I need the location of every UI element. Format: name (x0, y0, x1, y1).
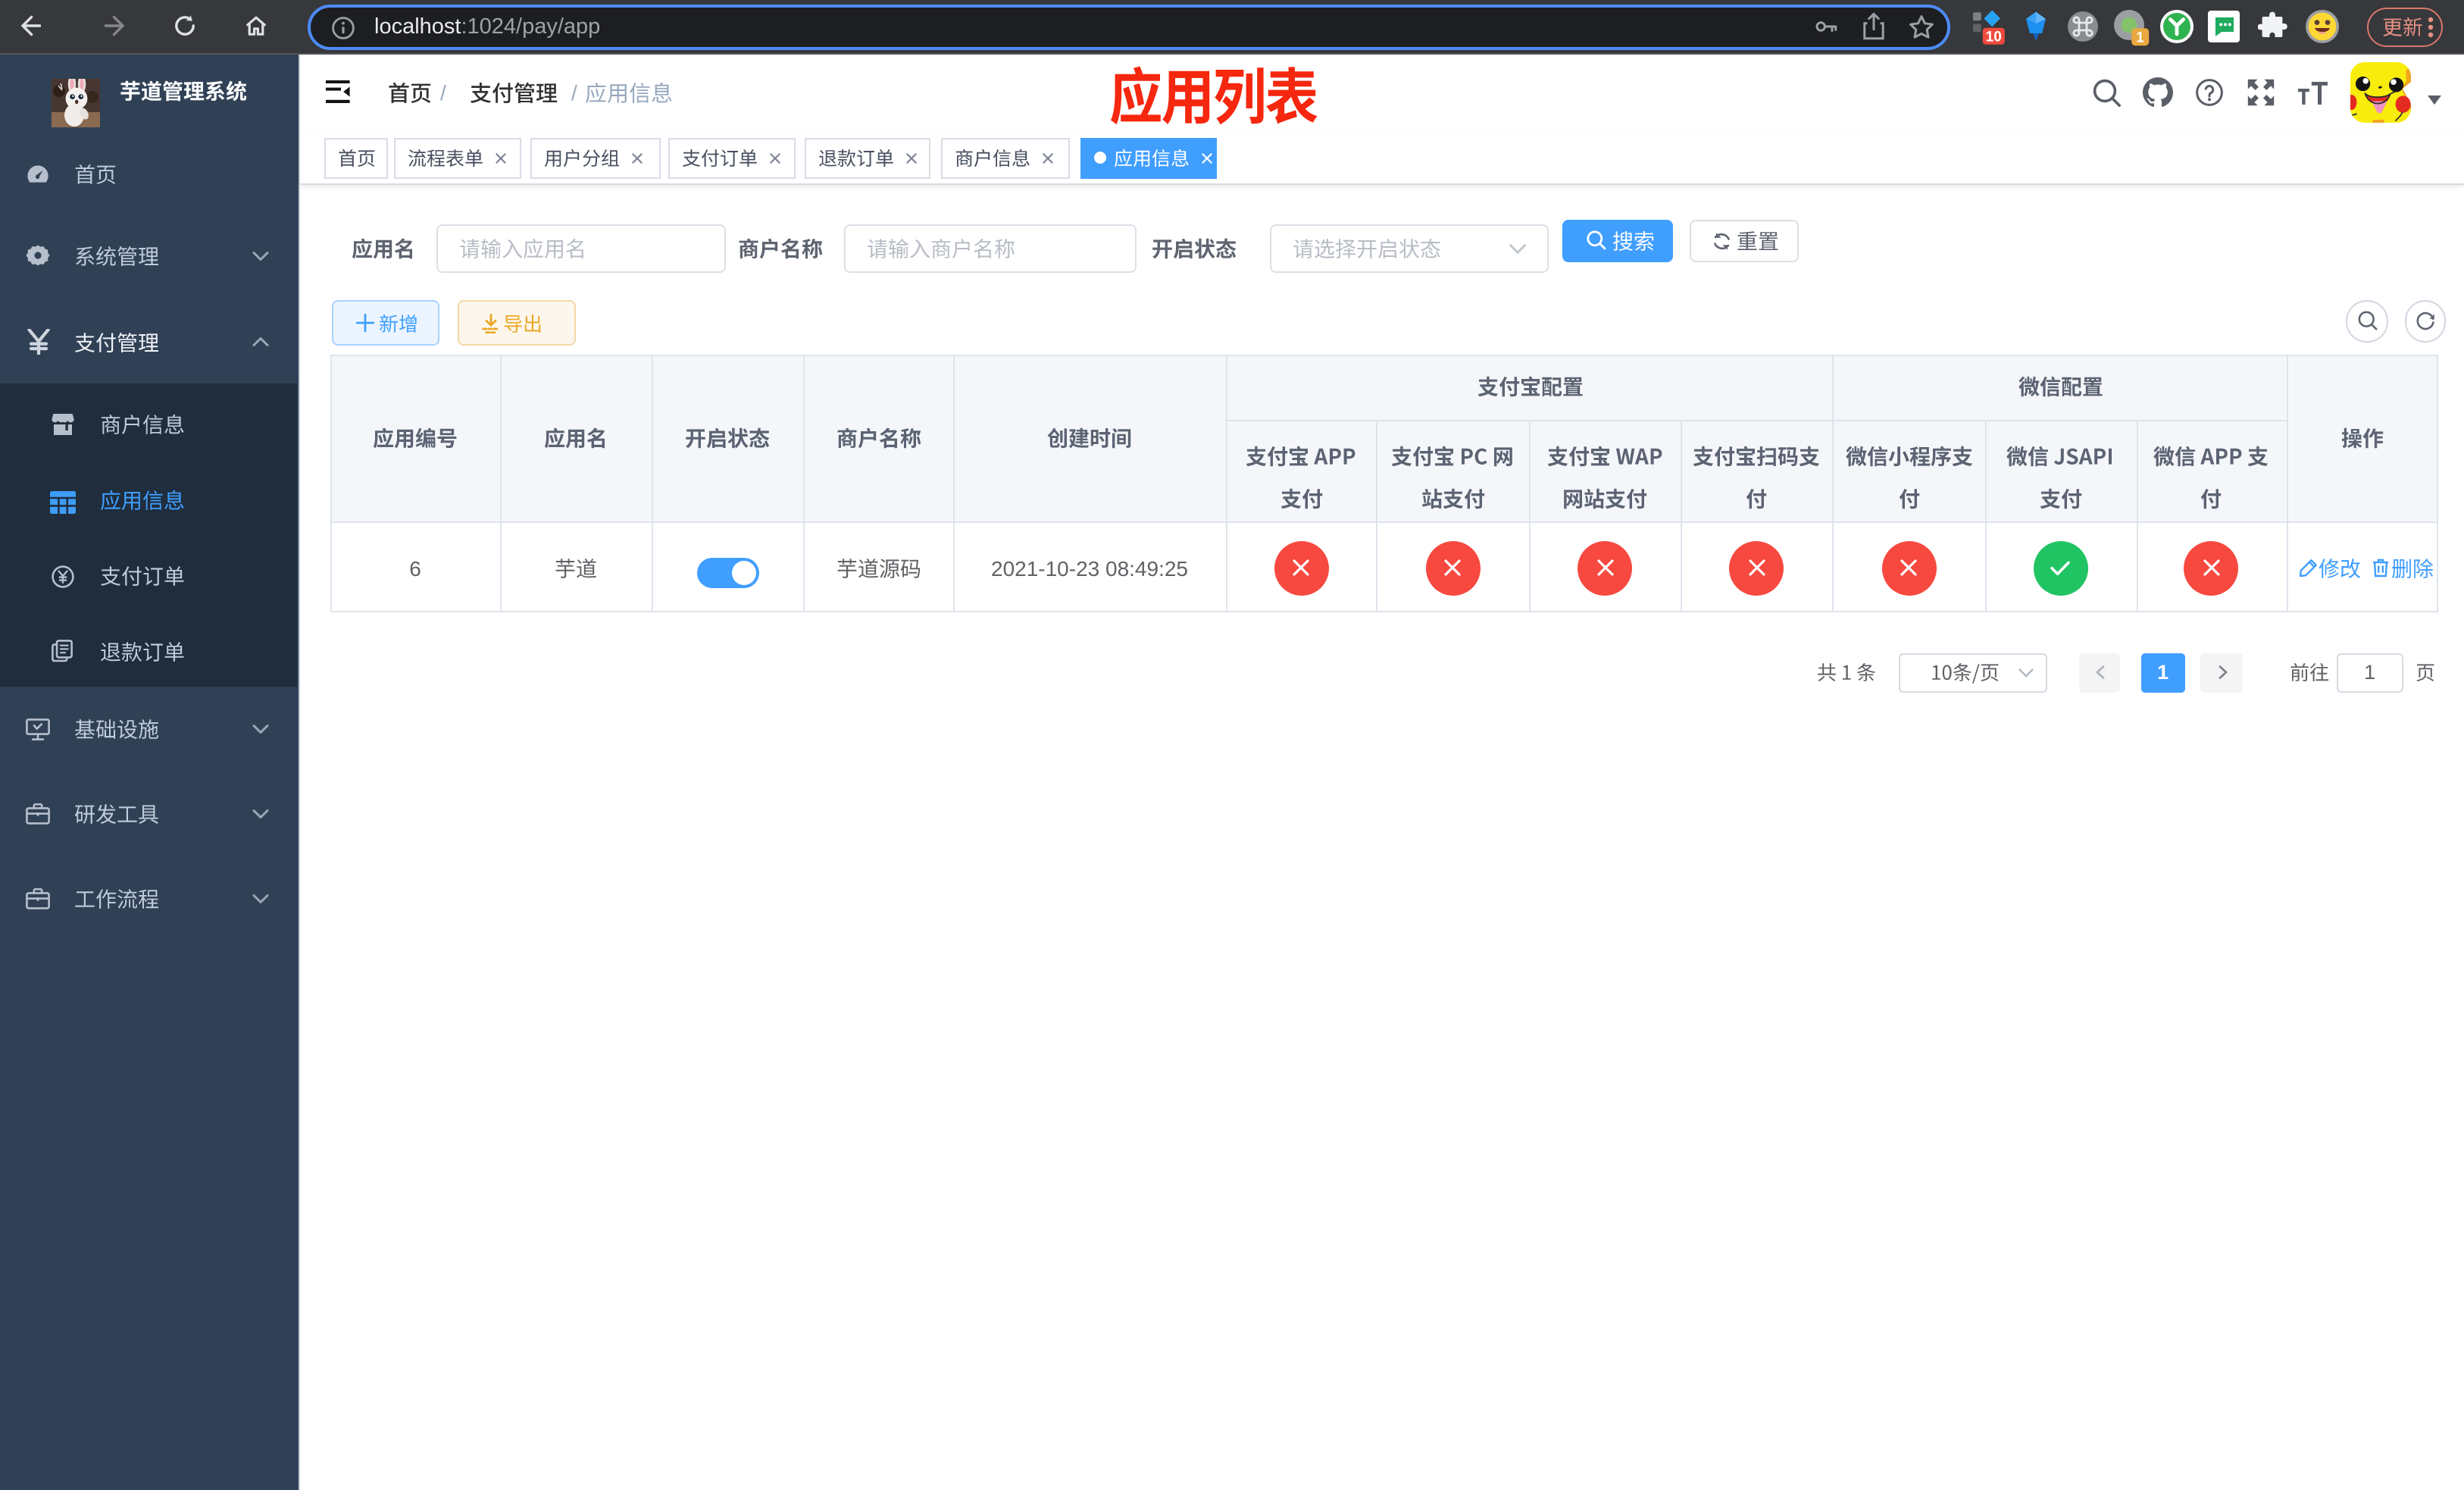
svg-text:1: 1 (2136, 30, 2144, 45)
svg-text:10: 10 (1986, 29, 2002, 45)
